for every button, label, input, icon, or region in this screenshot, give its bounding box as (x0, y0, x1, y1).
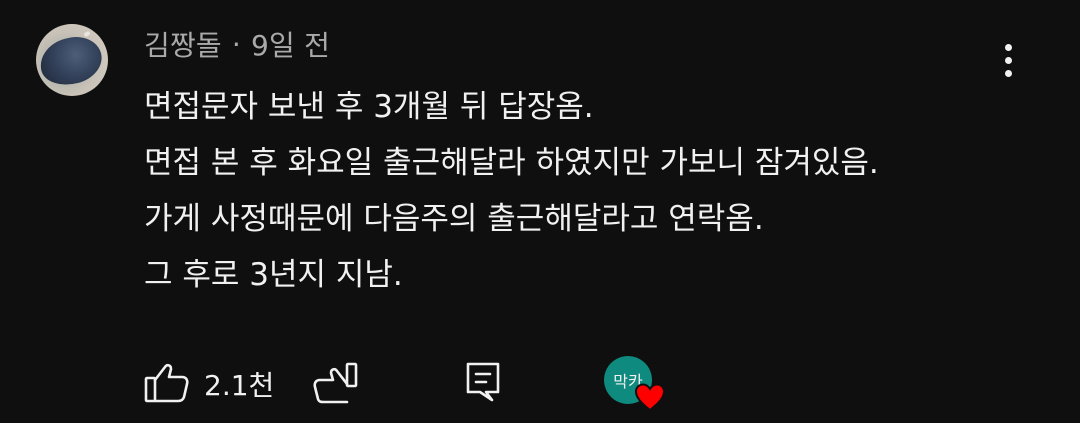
thumbs-down-icon (313, 362, 358, 404)
comment-actions: 2.1천 막카 (0, 350, 1080, 414)
reply-button[interactable] (464, 360, 508, 404)
like-count: 2.1천 (204, 369, 275, 402)
like-button[interactable]: 2.1천 (144, 358, 284, 404)
header-separator: · (231, 27, 241, 61)
author-name[interactable]: 김짱돌 (144, 24, 222, 64)
comment-line: 면접 본 후 화요일 출근해달라 하였지만 가보니 잠겨있음. (144, 145, 879, 181)
dislike-button[interactable] (312, 358, 362, 404)
author-avatar[interactable] (36, 24, 108, 96)
thumbs-up-icon (144, 363, 189, 403)
comment-timestamp[interactable]: 9일 전 (251, 24, 330, 64)
avatar-highlight (83, 30, 91, 38)
heart-icon (634, 383, 666, 412)
comment-reply-icon (466, 362, 500, 402)
comment-line: 가게 사정때문에 다음주의 출근해달라고 연락옴. (144, 201, 764, 237)
comment-line: 면접문자 보낸 후 3개월 뒤 답장옴. (144, 89, 594, 125)
vertical-ellipsis-dot (1005, 57, 1012, 64)
vertical-ellipsis-dot (1005, 70, 1012, 77)
avatar-stone-image (36, 31, 107, 91)
comment-header: 김짱돌 · 9일 전 (144, 24, 330, 64)
vertical-ellipsis-icon (1005, 44, 1012, 51)
comment-body: 면접문자 보낸 후 3개월 뒤 답장옴. 면접 본 후 화요일 출근해달라 하였… (144, 79, 879, 303)
comment-line: 그 후로 3년지 지남. (144, 257, 403, 293)
comment-thread: 김짱돌 · 9일 전 면접문자 보낸 후 3개월 뒤 답장옴. 면접 본 후 화… (0, 0, 1080, 423)
creator-heart-badge[interactable]: 막카 (604, 356, 668, 416)
more-options-button[interactable] (992, 38, 1026, 82)
